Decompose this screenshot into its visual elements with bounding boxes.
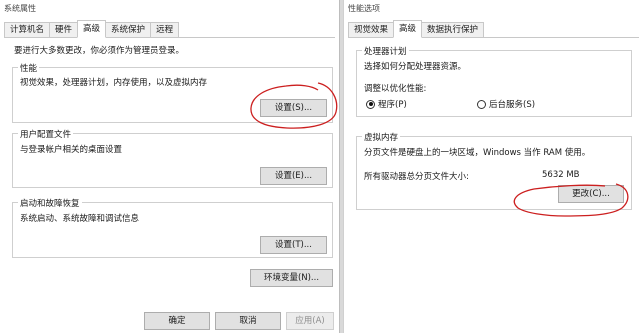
apply-button[interactable]: 应用(A) <box>286 312 334 330</box>
tab-computer-name[interactable]: 计算机名 <box>4 22 51 37</box>
user-profiles-settings-button[interactable]: 设置(E)... <box>260 167 327 185</box>
radio-programs-dot <box>366 99 375 109</box>
radio-background-services-dot <box>477 99 486 109</box>
startup-recovery-group-title: 启动和故障恢复 <box>18 197 82 209</box>
performance-group-title: 性能 <box>18 62 40 74</box>
performance-group: 性能 视觉效果，处理器计划，内存使用，以及虚拟内存 设置(S)... <box>12 62 333 123</box>
tab-hardware[interactable]: 硬件 <box>49 22 79 37</box>
performance-desc: 视觉效果，处理器计划，内存使用，以及虚拟内存 <box>20 78 208 88</box>
startup-recovery-settings-button[interactable]: 设置(T)... <box>260 236 327 254</box>
change-virtual-memory-button[interactable]: 更改(C)... <box>558 185 624 203</box>
tab-advanced[interactable]: 高级 <box>77 20 107 38</box>
system-properties-window: 系统属性 计算机名 硬件 高级 系统保护 远程 要进行大多数更改，你必须作为管理… <box>0 0 340 333</box>
tab-remote[interactable]: 远程 <box>150 22 180 37</box>
processor-scheduling-title: 处理器计划 <box>362 45 409 57</box>
user-profiles-desc: 与登录帐户相关的桌面设置 <box>20 145 123 155</box>
environment-variables-button[interactable]: 环境变量(N)... <box>250 269 333 287</box>
tab-data-execution-prevention[interactable]: 数据执行保护 <box>421 22 485 37</box>
system-properties-title: 系统属性 <box>4 4 36 13</box>
radio-programs-label: 程序(P) <box>378 100 407 110</box>
startup-recovery-desc: 系统启动、系统故障和调试信息 <box>20 214 140 224</box>
admin-note: 要进行大多数更改，你必须作为管理员登录。 <box>14 46 185 56</box>
cancel-button[interactable]: 取消 <box>215 312 281 330</box>
user-profiles-group-title: 用户配置文件 <box>18 128 74 140</box>
user-profiles-group: 用户配置文件 与登录帐户相关的桌面设置 设置(E)... <box>12 128 333 188</box>
radio-background-services[interactable]: 后台服务(S) <box>477 98 535 110</box>
performance-settings-button[interactable]: 设置(S)... <box>260 99 327 117</box>
virtual-memory-desc: 分页文件是硬盘上的一块区域，Windows 当作 RAM 使用。 <box>364 148 591 158</box>
system-properties-tabbar: 计算机名 硬件 高级 系统保护 远程 <box>4 20 335 38</box>
radio-programs[interactable]: 程序(P) <box>366 98 407 110</box>
tab-advanced-perf[interactable]: 高级 <box>393 20 423 38</box>
optimize-label: 调整以优化性能: <box>364 84 427 94</box>
virtual-memory-group: 虚拟内存 分页文件是硬盘上的一块区域，Windows 当作 RAM 使用。 所有… <box>356 131 632 210</box>
performance-options-title: 性能选项 <box>348 4 380 13</box>
performance-options-window: 性能选项 视觉效果 高级 数据执行保护 处理器计划 选择如何分配处理器资源。 调… <box>343 0 640 333</box>
radio-background-services-label: 后台服务(S) <box>489 100 536 110</box>
virtual-memory-title: 虚拟内存 <box>362 131 401 143</box>
paging-total-value: 5632 MB <box>542 170 580 180</box>
paging-total-label: 所有驱动器总分页文件大小: <box>364 172 469 182</box>
ok-button[interactable]: 确定 <box>144 312 210 330</box>
performance-options-tabbar: 视觉效果 高级 数据执行保护 <box>348 20 639 38</box>
startup-recovery-group: 启动和故障恢复 系统启动、系统故障和调试信息 设置(T)... <box>12 197 333 258</box>
tab-system-protection[interactable]: 系统保护 <box>105 22 152 37</box>
tab-visual-effects[interactable]: 视觉效果 <box>348 22 395 37</box>
processor-scheduling-group: 处理器计划 选择如何分配处理器资源。 调整以优化性能: 程序(P) 后台服务(S… <box>356 45 632 117</box>
processor-scheduling-desc: 选择如何分配处理器资源。 <box>364 62 467 72</box>
